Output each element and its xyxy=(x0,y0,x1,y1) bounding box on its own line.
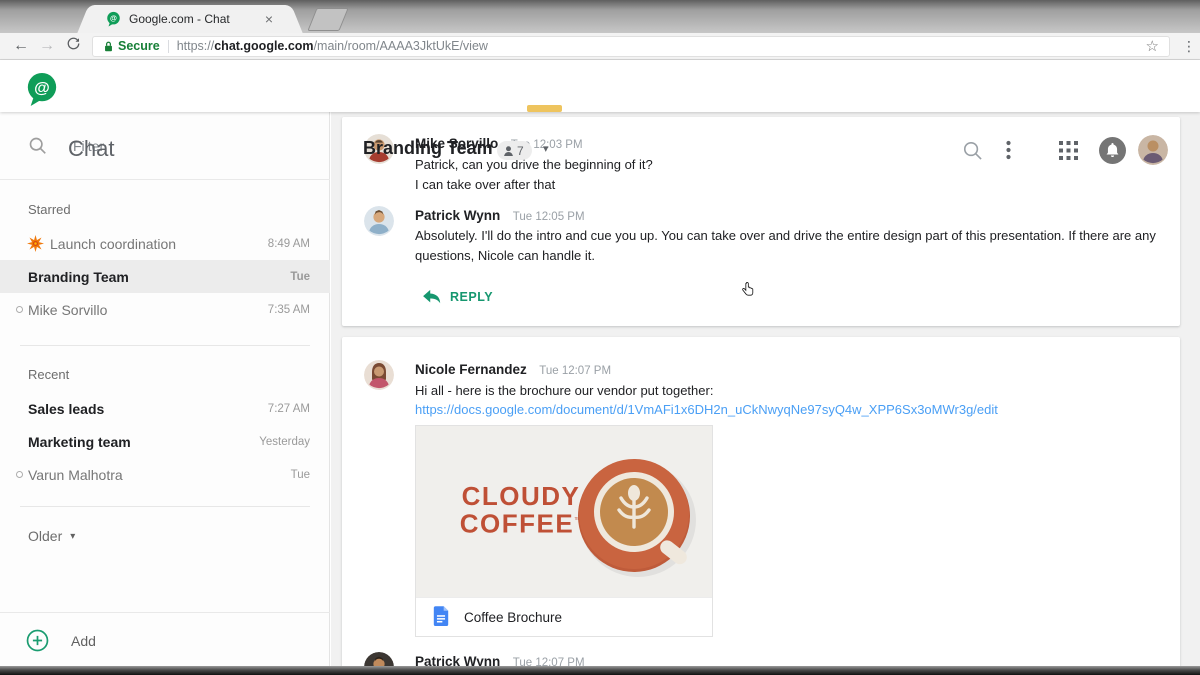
app-name: Chat xyxy=(68,136,115,161)
room-menu-caret-icon[interactable]: ▾ xyxy=(543,142,549,155)
room-name: Sales leads xyxy=(28,400,105,417)
older-label: Older xyxy=(28,528,63,544)
sidebar-item-mike-sorvillo[interactable]: Mike Sorvillo 7:35 AM xyxy=(0,293,330,326)
browser-tab[interactable]: @ Google.com - Chat × xyxy=(96,5,284,33)
room-name: Launch coordination xyxy=(50,235,177,252)
brand-line1: CLOUDY xyxy=(461,481,581,511)
chat-panel: Mike Sorvillo Tue 12:03 PM Patrick, can … xyxy=(331,112,1200,675)
member-person-icon xyxy=(503,145,514,157)
browser-menu-icon[interactable]: ⋮ xyxy=(1180,39,1198,53)
filter-search-icon xyxy=(28,136,47,155)
member-count-pill[interactable]: 7 xyxy=(497,141,532,160)
item-time: Tue xyxy=(290,468,310,481)
url-scheme: https:// xyxy=(176,39,215,53)
item-time: 8:49 AM xyxy=(267,237,310,250)
recent-section-label: Recent xyxy=(28,367,70,382)
back-icon[interactable]: ← xyxy=(8,37,34,55)
forward-icon[interactable]: → xyxy=(34,37,60,55)
tab-close-icon[interactable]: × xyxy=(262,11,276,27)
sidebar-item-marketing-team[interactable]: Marketing team Yesterday xyxy=(0,425,330,458)
attachment-title: Coffee Brochure xyxy=(464,609,563,625)
lock-icon xyxy=(103,40,114,53)
message-time: Tue 12:05 PM xyxy=(512,211,585,223)
tab-title: Google.com - Chat xyxy=(129,12,230,26)
docs-file-icon xyxy=(432,606,450,628)
attachment-footer[interactable]: Coffee Brochure xyxy=(416,597,712,636)
url-field[interactable]: Secure https://chat.google.com/main/room… xyxy=(92,35,1170,57)
item-time: 7:27 AM xyxy=(267,402,310,415)
search-icon[interactable] xyxy=(962,140,983,166)
filter-row xyxy=(0,112,330,180)
reply-arrow-icon xyxy=(423,289,441,305)
add-label[interactable]: Add xyxy=(71,633,96,649)
reply-label: REPLY xyxy=(450,290,494,304)
attachment-preview-image: CLOUDY COFFEE™ xyxy=(416,426,712,597)
svg-text:@: @ xyxy=(110,15,117,23)
attachment-card[interactable]: CLOUDY COFFEE™ xyxy=(415,425,713,637)
room-name: Marketing team xyxy=(28,433,131,450)
message-card: Nicole Fernandez Tue 12:07 PM Hi all - h… xyxy=(342,337,1180,675)
sidebar-divider xyxy=(20,506,310,507)
coffee-cup-image xyxy=(564,436,704,591)
secure-label: Secure xyxy=(118,39,160,53)
apps-grid-icon[interactable] xyxy=(1059,141,1078,165)
tab-favicon-chat-logo-icon: @ xyxy=(106,11,121,27)
message-text: I can take over after that xyxy=(415,177,556,192)
screen: @ Google.com - Chat × ← → Secure https:/… xyxy=(0,0,1200,675)
reply-button[interactable]: REPLY xyxy=(423,289,493,305)
chat-logo-icon: @ xyxy=(25,71,59,112)
older-caret-icon: ▾ xyxy=(70,530,76,542)
item-time: Yesterday xyxy=(259,435,310,448)
sidebar-item-varun-malhotra[interactable]: Varun Malhotra Tue xyxy=(0,458,330,491)
secure-chip: Secure xyxy=(103,39,160,53)
presence-ring-icon xyxy=(16,306,23,313)
sidebar-item-launch-coordination[interactable]: Launch coordination 8:49 AM xyxy=(0,227,330,260)
sidebar: Starred Launch coordination 8:49 AM Bran… xyxy=(0,112,330,668)
older-toggle[interactable]: Older ▾ xyxy=(28,528,75,544)
url-host: chat.google.com xyxy=(214,39,314,53)
starred-section-label: Starred xyxy=(28,202,71,217)
room-title: Branding Team xyxy=(363,138,493,158)
member-count: 7 xyxy=(517,143,524,158)
bookmark-star-icon[interactable]: ☆ xyxy=(1146,37,1159,55)
contact-name: Varun Malhotra xyxy=(28,466,123,483)
document-link[interactable]: https://docs.google.com/document/d/1VmAF… xyxy=(415,402,998,417)
add-plus-icon[interactable] xyxy=(26,629,49,652)
author-name: Patrick Wynn xyxy=(415,208,501,223)
item-time: Tue xyxy=(290,270,310,283)
add-row: Add xyxy=(0,612,330,668)
hand-cursor-icon xyxy=(741,282,754,303)
message-time: Tue 12:07 PM xyxy=(539,365,612,377)
message-text: Hi all - here is the brochure our vendor… xyxy=(415,383,714,398)
brand-line2: COFFEE xyxy=(459,508,575,539)
sidebar-item-sales-leads[interactable]: Sales leads 7:27 AM xyxy=(0,392,330,425)
url-path: /main/room/AAAA3JktUkE/view xyxy=(313,39,488,53)
avatar-nicole-fernandez xyxy=(364,360,394,390)
overflow-icon[interactable] xyxy=(1006,140,1011,160)
bell-icon[interactable] xyxy=(1099,137,1126,169)
scrolled-highlight-fragment xyxy=(527,105,562,112)
room-name: Branding Team xyxy=(28,268,129,285)
avatar-patrick-wynn xyxy=(364,206,394,236)
new-tab-button[interactable] xyxy=(307,8,349,31)
presence-ring-icon xyxy=(16,471,23,478)
app-header: @ Chat Branding Team 7 ▾ xyxy=(0,60,1200,165)
item-time: 7:35 AM xyxy=(267,303,310,316)
contact-name: Mike Sorvillo xyxy=(28,301,108,318)
user-avatar[interactable] xyxy=(1138,135,1168,165)
url-separator xyxy=(167,39,169,53)
svg-text:@: @ xyxy=(34,79,50,97)
video-letterbox-bar xyxy=(0,666,1200,675)
sidebar-item-branding-team[interactable]: Branding Team Tue xyxy=(0,260,330,293)
sidebar-divider xyxy=(20,345,310,346)
reload-icon[interactable] xyxy=(60,36,86,56)
browser-address-bar: ← → Secure https://chat.google.com/main/… xyxy=(0,33,1200,60)
browser-tab-strip: @ Google.com - Chat × xyxy=(0,0,1200,33)
starburst-icon xyxy=(27,235,44,252)
author-name: Nicole Fernandez xyxy=(415,362,527,377)
message-text: Absolutely. I'll do the intro and cue yo… xyxy=(415,228,1156,263)
